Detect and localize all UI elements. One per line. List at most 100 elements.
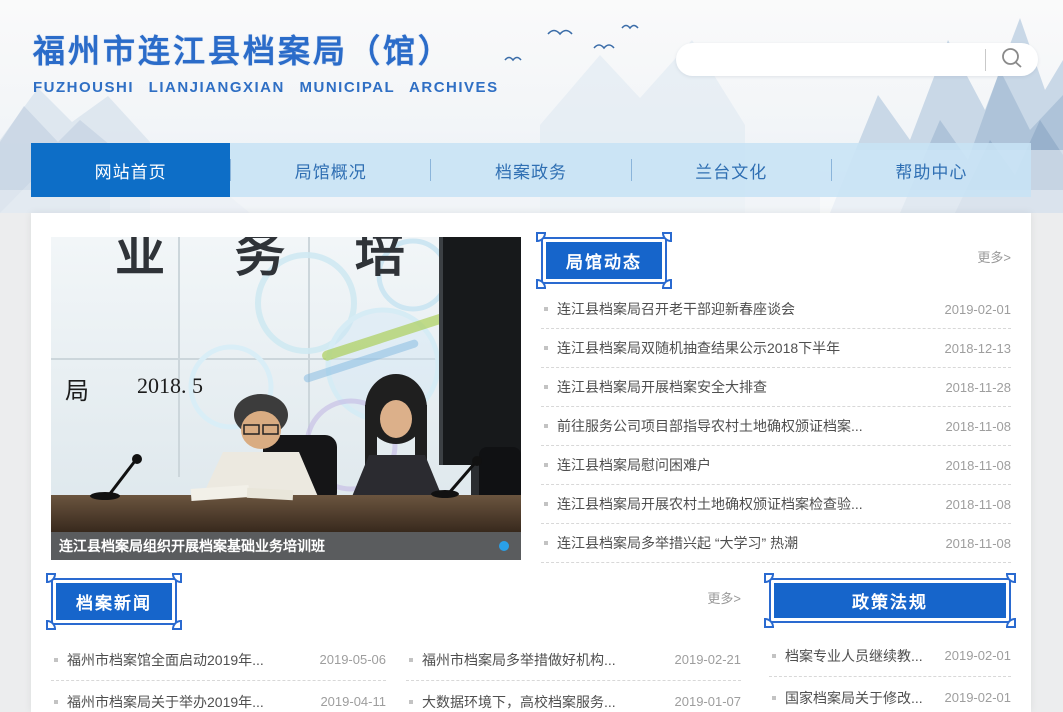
news-title: 福州市档案局多举措做好机构... xyxy=(422,650,665,670)
bullet-icon xyxy=(544,502,548,506)
badge-corner xyxy=(1006,573,1016,583)
dongtai-badge: 局馆动态 xyxy=(541,237,667,284)
section-dongtai: 局馆动态 更多> 连江县档案局召开老干部迎新春座谈会 2019-02-01 连江… xyxy=(541,237,1011,563)
photo-illustration: 业 务 培 训 局 2018. 5 xyxy=(51,237,521,532)
main-nav: 网站首页 局馆概况 档案政务 兰台文化 帮助中心 xyxy=(31,143,1031,197)
news-date: 2018-11-08 xyxy=(945,497,1011,512)
nav-item-affairs[interactable]: 档案政务 xyxy=(431,143,630,197)
site-logo: 福州市连江县档案局（馆） FUZHOUSHI LIANJIANGXIAN MUN… xyxy=(33,26,499,96)
news-date: 2018-11-08 xyxy=(945,458,1011,473)
bullet-icon xyxy=(54,700,58,704)
bullet-icon xyxy=(544,385,548,389)
slide-date-text: 2018. 5 xyxy=(137,373,203,398)
news-title: 档案专业人员继续教... xyxy=(785,646,935,666)
news-row[interactable]: 福州市档案局多举措做好机构... 2019-02-21 xyxy=(406,639,741,681)
badge-corner xyxy=(536,279,546,289)
search-bar xyxy=(676,43,1038,76)
news-title: 国家档案局关于修改... xyxy=(785,688,935,708)
news-row[interactable]: 连江县档案局开展档案安全大排查 2018-11-28 xyxy=(541,368,1011,407)
news-date: 2019-04-11 xyxy=(320,694,386,709)
site-title: 福州市连江县档案局（馆） xyxy=(33,26,499,72)
badge-corner xyxy=(764,573,774,583)
news-date: 2018-11-28 xyxy=(945,380,1011,395)
dongtai-title: 局馆动态 xyxy=(546,242,662,279)
nav-item-home[interactable]: 网站首页 xyxy=(31,143,230,197)
news-title: 连江县档案局召开老干部迎新春座谈会 xyxy=(557,299,935,319)
badge-corner xyxy=(662,232,672,242)
nav-item-overview[interactable]: 局馆概况 xyxy=(231,143,430,197)
news-date: 2019-05-06 xyxy=(320,652,387,667)
bullet-icon xyxy=(544,424,548,428)
danews-title: 档案新闻 xyxy=(56,583,172,620)
news-title: 前往服务公司项目部指导农村土地确权颁证档案... xyxy=(557,416,935,436)
bullet-icon xyxy=(409,658,413,662)
news-row[interactable]: 连江县档案局多举措兴起 “大学习” 热潮 2018-11-08 xyxy=(541,524,1011,563)
danews-col1: 福州市档案馆全面启动2019年... 2019-05-06 福州市档案局关于举办… xyxy=(51,639,386,712)
bullet-icon xyxy=(772,696,776,700)
policy-title: 政策法规 xyxy=(774,583,1006,618)
news-row[interactable]: 福州市档案馆全面启动2019年... 2019-05-06 xyxy=(51,639,386,681)
news-row[interactable]: 连江县档案局召开老干部迎新春座谈会 2019-02-01 xyxy=(541,290,1011,329)
news-title: 连江县档案局多举措兴起 “大学习” 热潮 xyxy=(557,533,935,553)
danews-col2: 福州市档案局多举措做好机构... 2019-02-21 大数据环境下，高校档案服… xyxy=(406,639,741,712)
danews-more-link[interactable]: 更多> xyxy=(707,588,741,607)
badge-corner xyxy=(1006,618,1016,628)
slider-indicator-dot[interactable] xyxy=(499,541,509,551)
danews-badge: 档案新闻 xyxy=(51,578,177,625)
news-date: 2019-02-01 xyxy=(945,302,1012,317)
news-row[interactable]: 福州市档案局关于举办2019年... 2019-04-11 xyxy=(51,681,386,712)
bullet-icon xyxy=(772,654,776,658)
news-row[interactable]: 连江县档案局慰问困难户 2018-11-08 xyxy=(541,446,1011,485)
slide-left-char: 局 xyxy=(65,379,89,405)
news-date: 2019-01-07 xyxy=(675,694,742,709)
policy-badge: 政策法规 xyxy=(769,578,1011,623)
news-row[interactable]: 连江县档案局开展农村土地确权颁证档案检查验... 2018-11-08 xyxy=(541,485,1011,524)
news-title: 连江县档案局双随机抽查结果公示2018下半年 xyxy=(557,338,935,358)
news-row[interactable]: 连江县档案局双随机抽查结果公示2018下半年 2018-12-13 xyxy=(541,329,1011,368)
news-title: 连江县档案局开展档案安全大排查 xyxy=(557,377,935,397)
news-title: 连江县档案局开展农村土地确权颁证档案检查验... xyxy=(557,494,935,514)
featured-photo[interactable]: 业 务 培 训 局 2018. 5 xyxy=(51,237,521,560)
search-input[interactable] xyxy=(676,43,985,76)
badge-corner xyxy=(536,232,546,242)
bullet-icon xyxy=(544,463,548,467)
badge-corner xyxy=(172,620,182,630)
search-button[interactable] xyxy=(986,43,1038,76)
main-content: 业 务 培 训 局 2018. 5 xyxy=(31,213,1031,712)
bullet-icon xyxy=(544,541,548,545)
news-row[interactable]: 国家档案局关于修改... 2019-02-01 xyxy=(769,677,1011,712)
badge-corner xyxy=(764,618,774,628)
news-date: 2018-11-08 xyxy=(945,419,1011,434)
photo-caption: 连江县档案局组织开展档案基础业务培训班 xyxy=(51,536,499,556)
badge-corner xyxy=(662,279,672,289)
bullet-icon xyxy=(544,346,548,350)
news-row[interactable]: 大数据环境下，高校档案服务... 2019-01-07 xyxy=(406,681,741,712)
news-row[interactable]: 前往服务公司项目部指导农村土地确权颁证档案... 2018-11-08 xyxy=(541,407,1011,446)
policy-list: 档案专业人员继续教... 2019-02-01 国家档案局关于修改... 201… xyxy=(769,635,1011,712)
news-title: 福州市档案馆全面启动2019年... xyxy=(67,650,310,670)
site-subtitle: FUZHOUSHI LIANJIANGXIAN MUNICIPAL ARCHIV… xyxy=(33,79,499,96)
news-date: 2018-12-13 xyxy=(945,341,1012,356)
news-date: 2018-11-08 xyxy=(945,536,1011,551)
search-icon xyxy=(1000,46,1024,73)
badge-corner xyxy=(172,573,182,583)
dongtai-list: 连江县档案局召开老干部迎新春座谈会 2019-02-01 连江县档案局双随机抽查… xyxy=(541,290,1011,563)
section-policy: 政策法规 档案专业人员继续教... 2019-02-01 国家档案局关于修改..… xyxy=(769,578,1011,712)
news-row[interactable]: 档案专业人员继续教... 2019-02-01 xyxy=(769,635,1011,677)
nav-item-culture[interactable]: 兰台文化 xyxy=(632,143,831,197)
bullet-icon xyxy=(409,700,413,704)
photo-caption-bar: 连江县档案局组织开展档案基础业务培训班 xyxy=(51,532,521,560)
news-date: 2019-02-01 xyxy=(945,648,1012,663)
news-title: 连江县档案局慰问困难户 xyxy=(557,455,935,475)
nav-item-help[interactable]: 帮助中心 xyxy=(832,143,1031,197)
section-danews: 档案新闻 更多> 福州市档案馆全面启动2019年... 2019-05-06 福… xyxy=(51,578,741,712)
news-date: 2019-02-01 xyxy=(945,690,1012,705)
badge-corner xyxy=(46,573,56,583)
news-title: 福州市档案局关于举办2019年... xyxy=(67,692,310,712)
bullet-icon xyxy=(54,658,58,662)
news-title: 大数据环境下，高校档案服务... xyxy=(422,692,665,712)
news-date: 2019-02-21 xyxy=(675,652,742,667)
bullet-icon xyxy=(544,307,548,311)
dongtai-more-link[interactable]: 更多> xyxy=(977,247,1011,266)
badge-corner xyxy=(46,620,56,630)
